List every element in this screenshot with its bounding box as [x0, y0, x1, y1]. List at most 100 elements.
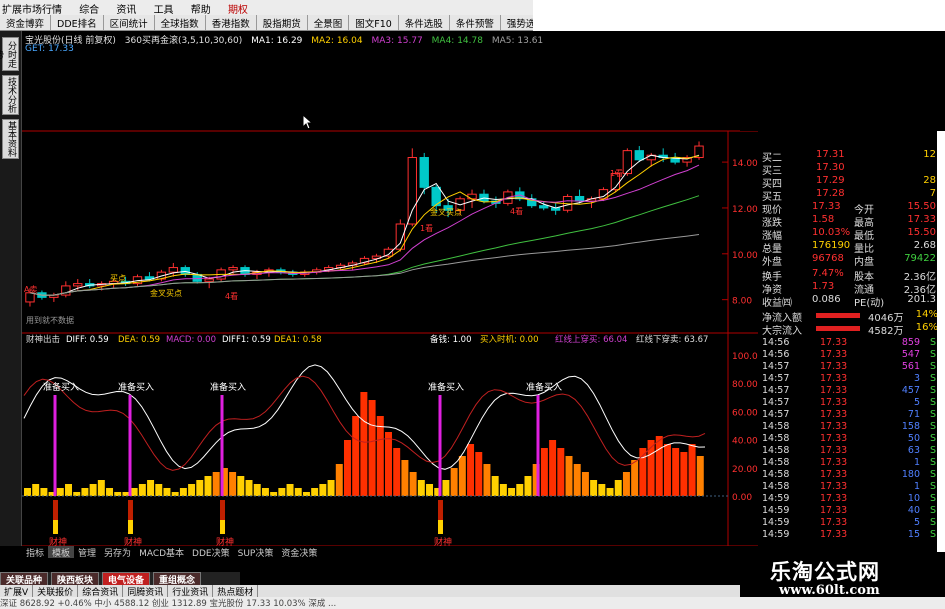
osc-bar [188, 484, 196, 496]
tick-p: 17.33 [820, 349, 848, 360]
tick-s: S [929, 481, 936, 492]
tick-t: 14:56 [762, 337, 790, 348]
tick-t: 14:58 [762, 433, 790, 444]
osc-bar [565, 456, 573, 496]
quote-stat-row-cell: 176190 [812, 240, 851, 251]
tick-s: S [929, 373, 936, 384]
osc-bar [672, 448, 680, 496]
tick-p: 17.33 [820, 433, 848, 444]
tick-t: 14:58 [762, 469, 790, 480]
chart-annotation: 买点 [110, 274, 126, 283]
indicator-tab-bar: 指标 模板 管理 另存为 MACD基本 DDE决策 SUP决策 资金决策 [22, 546, 758, 559]
osc-bar [204, 476, 212, 496]
tick-row: 14:57 17.33 3 S [758, 373, 944, 384]
tab-extend[interactable]: 扩展V [0, 585, 34, 598]
money-flow-row-cell: 大宗流入 [762, 326, 802, 337]
tab-dde[interactable]: DDE决策 [188, 546, 234, 559]
tick-p: 17.33 [820, 517, 848, 528]
osc-bar [581, 472, 589, 496]
tab-indicator[interactable]: 指标 [22, 546, 48, 559]
quote-stat-row: 涨跌 1.58 最高 17.33 [758, 214, 944, 229]
osc-bar [253, 484, 261, 496]
tab-tongteng[interactable]: 同腾资讯 [123, 585, 169, 598]
tab-electric[interactable]: 电气设备 [102, 572, 151, 586]
prepare-buy-label: 准备买入 [43, 381, 79, 393]
price-axis-label: 8.00 [732, 297, 752, 307]
indicator-value: 买入时机: 0.00 [480, 334, 539, 345]
quote-panel: 买二 17.31 12 买三 17.30 买四 17.29 28 买五 17.28 7 现价 17.3… [758, 131, 944, 546]
osc-bar [368, 400, 376, 496]
tab-hot[interactable]: 热点题材 [213, 585, 259, 598]
tab-template[interactable]: 模板 [48, 546, 75, 559]
osc-bar [417, 480, 425, 496]
osc-bar [130, 488, 138, 496]
osc-bar [590, 480, 598, 496]
tick-row: 14:59 17.33 5 S [758, 517, 944, 528]
tick-p: 17.33 [820, 409, 848, 420]
candle-body [634, 150, 644, 161]
osc-bar [196, 480, 204, 496]
quote-stat-row: 总量 176190 量比 2.68 [758, 240, 944, 255]
osc-bar [426, 484, 434, 496]
tick-s: S [929, 445, 936, 456]
tick-row: 14:57 17.33 71 S [758, 409, 944, 420]
caishen-bar-yellow [53, 520, 58, 534]
osc-axis-label: 80.00 [732, 380, 758, 390]
quote-stat-row-cell: 0.086 [812, 294, 841, 305]
right-scrollbar[interactable] [937, 131, 945, 561]
tick-p: 17.33 [820, 421, 848, 432]
candle-body [228, 267, 238, 271]
osc-bar [516, 484, 524, 496]
tick-row: 14:57 17.33 457 S [758, 385, 944, 396]
tick-v: 10 [907, 493, 920, 504]
osc-bar [524, 476, 532, 496]
osc-bar [286, 484, 294, 496]
bid-row: 买二 17.31 12 [758, 149, 944, 164]
tab-sup[interactable]: SUP决策 [234, 546, 278, 559]
osc-bar [32, 484, 40, 496]
tab-shaanxi[interactable]: 陕西板块 [51, 572, 100, 586]
tick-v: 15 [907, 529, 920, 540]
osc-bar [680, 452, 688, 496]
osc-bar [508, 488, 516, 496]
tab-news[interactable]: 综合资讯 [78, 585, 124, 598]
watermark-url: www.60lt.com [779, 583, 880, 598]
tab-related-quote[interactable]: 关联报价 [33, 585, 79, 598]
money-flow-row-cell: 16% [915, 322, 938, 333]
osc-bar [106, 488, 114, 496]
tick-row: 14:59 17.33 10 S [758, 493, 944, 504]
osc-bar [278, 488, 286, 496]
tick-s: S [929, 457, 936, 468]
osc-bar [147, 480, 155, 496]
osc-bar [212, 472, 220, 496]
indicator-value: DIFF1: 0.59 [222, 335, 271, 345]
tab-restructure[interactable]: 重组概念 [153, 572, 202, 586]
tick-row: 14:58 17.33 50 S [758, 433, 944, 444]
tab-manage[interactable]: 管理 [74, 546, 100, 559]
tab-macd[interactable]: MACD基本 [135, 546, 188, 559]
osc-bar [549, 440, 557, 496]
osc-bar [696, 456, 704, 496]
quote-stat-row-cell: 2.68 [913, 240, 936, 251]
tick-s: S [929, 517, 936, 528]
tab-related[interactable]: 关联品种 [0, 572, 49, 586]
tab-industry[interactable]: 行业资讯 [168, 585, 214, 598]
osc-bar [573, 464, 581, 496]
watermark-title: 乐淘公式网 [770, 560, 880, 584]
bid-row-cell: 17.28 [816, 188, 845, 199]
tab-save-as[interactable]: 另存为 [100, 546, 135, 559]
tick-row: 14:56 17.33 547 S [758, 349, 944, 360]
sector-tab-bar: 关联品种 陕西板块 电气设备 重组概念 [0, 572, 240, 586]
quote-stat-row: 外盘 96768 内盘 79422 [758, 253, 944, 268]
osc-bar [442, 480, 450, 496]
osc-bar [475, 452, 483, 496]
osc-bar [376, 416, 384, 496]
extension-tab-bar: 扩展V 关联报价 综合资讯 同腾资讯 行业资讯 热点题材 [0, 585, 760, 598]
tick-t: 14:57 [762, 397, 790, 408]
candle-body [419, 157, 429, 188]
tab-fund[interactable]: 资金决策 [277, 546, 321, 559]
osc-bar [499, 484, 507, 496]
tick-t: 14:59 [762, 505, 790, 516]
prepare-buy-label: 准备买入 [210, 381, 246, 393]
chart-annotation: 1看 [610, 169, 623, 178]
